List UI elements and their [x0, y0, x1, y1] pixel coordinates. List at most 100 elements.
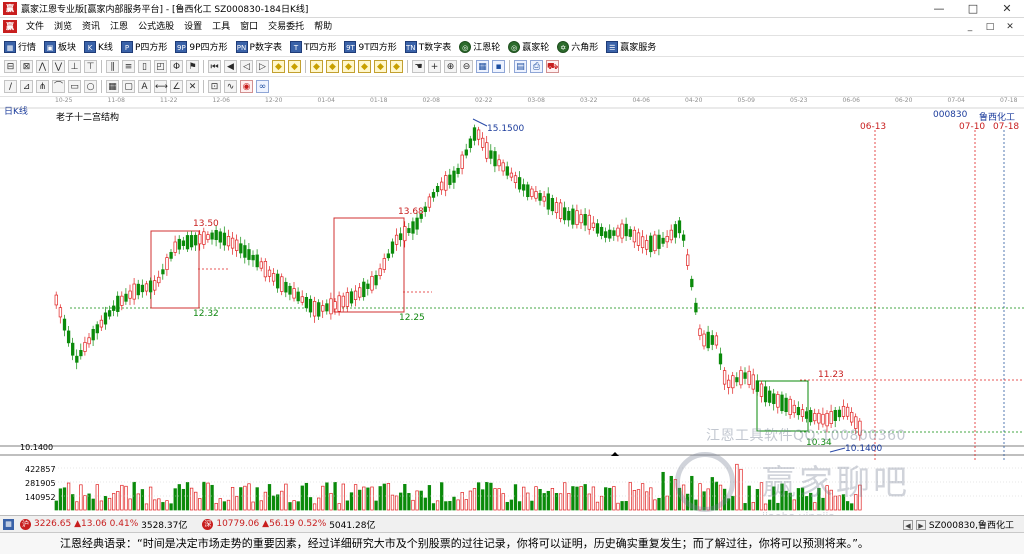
- diamond-8-icon[interactable]: ◆: [390, 60, 403, 73]
- menu-news[interactable]: 资讯: [77, 18, 105, 36]
- draw-4-icon[interactable]: ⊤: [84, 60, 97, 73]
- calendar-icon[interactable]: ▦: [476, 60, 489, 73]
- draw-3-icon[interactable]: ⊥: [68, 60, 81, 73]
- toolbar-item-9p-square[interactable]: 9P 9P四方形: [175, 40, 228, 53]
- mdi-minimize-button[interactable]: _: [960, 18, 980, 36]
- table-icon[interactable]: ▤: [514, 60, 527, 73]
- toolbar-item-t-table[interactable]: TN T数字表: [404, 40, 451, 53]
- box-icon[interactable]: ▭: [68, 80, 81, 93]
- text-icon[interactable]: A: [138, 80, 151, 93]
- volume-bar: [284, 483, 288, 511]
- candle-body: [776, 394, 780, 408]
- toolbar-item-gann-wheel[interactable]: ◎ 江恩轮: [459, 40, 500, 53]
- candle-body: [296, 291, 300, 302]
- volume-bar: [214, 502, 218, 511]
- delete-icon[interactable]: ✕: [186, 80, 199, 93]
- step-back-icon[interactable]: ◁: [240, 60, 253, 73]
- line-1-icon[interactable]: ∕: [4, 80, 17, 93]
- diamond-7-icon[interactable]: ◆: [374, 60, 387, 73]
- toolbar-item-grid[interactable]: ▦ 行情: [4, 40, 36, 53]
- minimize-button[interactable]: —: [922, 0, 956, 18]
- scroll-right-icon[interactable]: ▶: [915, 519, 926, 530]
- candle-body: [99, 319, 104, 328]
- diamond-3-icon[interactable]: ◆: [310, 60, 323, 73]
- first-icon[interactable]: ⏮: [208, 60, 221, 73]
- flag-icon[interactable]: ⚑: [186, 60, 199, 73]
- ruler-icon[interactable]: ⟷: [154, 80, 168, 93]
- arc-icon[interactable]: ⌒: [52, 80, 65, 93]
- draw-1-icon[interactable]: ⋀: [36, 60, 49, 73]
- diamond-4-icon[interactable]: ◆: [326, 60, 339, 73]
- toolbar-item-p-table[interactable]: PN P数字表: [235, 40, 282, 53]
- diamond-5-icon[interactable]: ◆: [342, 60, 355, 73]
- menu-browse[interactable]: 浏览: [49, 18, 77, 36]
- fan-icon[interactable]: ⋔: [36, 80, 49, 93]
- menu-help[interactable]: 帮助: [309, 18, 337, 36]
- candle-body: [202, 231, 206, 245]
- scroll-left-icon[interactable]: ◀: [902, 519, 913, 530]
- layout-icon[interactable]: ⊟: [4, 60, 17, 73]
- save-icon[interactable]: ▪: [492, 60, 505, 73]
- sz-index-amount: 5041.28亿: [329, 520, 376, 531]
- infinity-icon[interactable]: ∞: [256, 80, 269, 93]
- volume-bar: [255, 487, 259, 511]
- line-2-icon[interactable]: ⊿: [20, 80, 33, 93]
- volume-bar: [399, 492, 403, 511]
- menu-trade[interactable]: 交易委托: [263, 18, 309, 36]
- draw-7-icon[interactable]: ▯: [138, 60, 151, 73]
- period-icon[interactable]: Φ: [170, 60, 183, 73]
- play-back-icon[interactable]: ◀: [224, 60, 237, 73]
- candle-body: [362, 281, 366, 298]
- menu-settings[interactable]: 设置: [179, 18, 207, 36]
- circle-icon[interactable]: ○: [84, 80, 97, 93]
- draw-6-icon[interactable]: ≡: [122, 60, 135, 73]
- crosshair-icon[interactable]: +: [428, 60, 441, 73]
- toolbar-item-blocks[interactable]: ▣ 板块: [44, 40, 76, 53]
- zoom-out-icon[interactable]: ⊖: [460, 60, 473, 73]
- volume-bar: [575, 486, 579, 511]
- volume-bar: [353, 484, 358, 511]
- candle-body: [476, 129, 481, 140]
- car-icon[interactable]: ⛟: [546, 60, 559, 73]
- draw-2-icon[interactable]: ⋁: [52, 60, 65, 73]
- print-icon[interactable]: ⎙: [530, 60, 543, 73]
- zoom-in-icon[interactable]: ⊕: [444, 60, 457, 73]
- menu-gann[interactable]: 江恩: [105, 18, 133, 36]
- maximize-button[interactable]: □: [956, 0, 990, 18]
- toolbar-item-9t-square[interactable]: 9T 9T四方形: [344, 40, 397, 53]
- mdi-restore-button[interactable]: □: [980, 18, 1000, 36]
- candle-body: [636, 232, 641, 246]
- candle-body: [358, 287, 362, 298]
- hand-icon[interactable]: ☚: [412, 60, 425, 73]
- statusbar-grid-icon[interactable]: ▦: [3, 518, 14, 530]
- draw-8-icon[interactable]: ◰: [154, 60, 167, 73]
- menu-tools[interactable]: 工具: [207, 18, 235, 36]
- step-fwd-icon[interactable]: ▷: [256, 60, 269, 73]
- diamond-6-icon[interactable]: ◆: [358, 60, 371, 73]
- toolbar-item-p-square[interactable]: P P四方形: [120, 40, 167, 53]
- candle-body: [407, 228, 411, 234]
- close-button[interactable]: ✕: [990, 0, 1024, 18]
- toolbar-item-t-square[interactable]: T T四方形: [289, 40, 336, 53]
- candle-body: [595, 223, 600, 234]
- wave-icon[interactable]: ∿: [224, 80, 237, 93]
- ring-icon[interactable]: ◉: [240, 80, 253, 93]
- square-icon[interactable]: ▢: [122, 80, 135, 93]
- volume-bar: [79, 484, 83, 511]
- lock-icon[interactable]: ⊡: [208, 80, 221, 93]
- toolbar-item-winner-wheel[interactable]: ◎ 赢家轮: [508, 40, 549, 53]
- cross-icon[interactable]: ⊠: [20, 60, 33, 73]
- toolbar-item-hexagon[interactable]: ✡ 六角形: [557, 40, 598, 53]
- angle-icon[interactable]: ∠: [170, 80, 183, 93]
- volume-bar: [140, 489, 145, 511]
- menu-file[interactable]: 文件: [21, 18, 49, 36]
- mdi-close-button[interactable]: ✕: [1000, 18, 1020, 36]
- menu-formula-screen[interactable]: 公式选股: [133, 18, 179, 36]
- menu-window[interactable]: 窗口: [235, 18, 263, 36]
- toolbar-item-service[interactable]: ☰ 赢家服务: [606, 40, 656, 53]
- grid2-icon[interactable]: ▦: [106, 80, 119, 93]
- diamond-2-icon[interactable]: ◆: [288, 60, 301, 73]
- toolbar-item-candle[interactable]: K K线: [84, 40, 113, 53]
- draw-5-icon[interactable]: ∥: [106, 60, 119, 73]
- diamond-1-icon[interactable]: ◆: [272, 60, 285, 73]
